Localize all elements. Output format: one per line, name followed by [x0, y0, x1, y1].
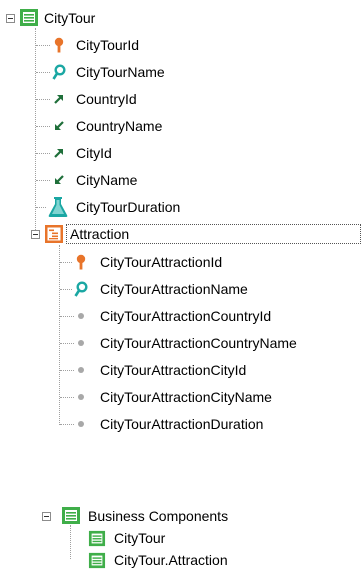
attribute-label: CountryName [76, 118, 163, 134]
attribute-label: CityTourAttractionCountryName [100, 335, 297, 351]
tree-line [36, 207, 46, 208]
tree-line [36, 72, 50, 73]
dot-icon [78, 421, 84, 427]
attribute-row[interactable]: CityTourAttractionName [0, 278, 361, 300]
tree-line [36, 45, 50, 46]
tree-line [60, 316, 74, 317]
search-icon [52, 64, 66, 80]
tree-line [60, 397, 74, 398]
tree-node-label: Attraction [70, 226, 130, 242]
attribute-row[interactable]: CityName [0, 169, 361, 191]
attribute-label: CityTourAttractionDuration [100, 416, 264, 432]
attribute-label: CityId [76, 145, 112, 161]
attribute-row[interactable]: CountryId [0, 88, 361, 110]
attribute-label: CityTourName [76, 64, 165, 80]
business-component-item[interactable]: CityTour [0, 527, 361, 549]
tree-node-label: CityTour [114, 530, 166, 546]
dot-icon [78, 313, 84, 319]
dot-icon [78, 394, 84, 400]
attribute-row[interactable]: CountryName [0, 115, 361, 137]
tree-node-label: CityTour.Attraction [114, 552, 228, 568]
attribute-row[interactable]: CityTourId [0, 34, 361, 56]
attribute-row[interactable]: CityTourAttractionCityId [0, 359, 361, 381]
key-icon [76, 254, 86, 270]
attribute-row[interactable]: CityTourAttractionCountryId [0, 305, 361, 327]
tree-line [36, 180, 50, 181]
arrow-down-left-icon [55, 121, 64, 130]
search-icon [74, 281, 88, 297]
attribute-row[interactable]: CityTourAttractionCountryName [0, 332, 361, 354]
key-icon [54, 37, 64, 53]
tree-node-label: CityTour [44, 10, 96, 26]
attribute-label: CityTourAttractionCityId [100, 362, 247, 378]
business-components-node[interactable]: Business Components [0, 505, 361, 527]
tree-line [36, 126, 50, 127]
tree-line [60, 370, 74, 371]
transaction-icon [88, 530, 106, 547]
attribute-label: CityTourAttractionName [100, 281, 248, 297]
tree-level-attraction[interactable]: Attraction [0, 223, 361, 245]
dot-icon [78, 340, 84, 346]
level-icon [45, 225, 63, 243]
attribute-row[interactable]: CityTourAttractionId [0, 251, 361, 273]
flask-icon [48, 197, 68, 217]
arrow-up-right-icon [54, 95, 63, 104]
tree-line [36, 153, 50, 154]
tree-node-label: Business Components [88, 508, 229, 524]
tree-line [60, 424, 74, 425]
tree-line [60, 289, 72, 290]
attribute-label: CityTourId [76, 37, 140, 53]
tree-line [36, 99, 50, 100]
attribute-label: CountryId [76, 91, 137, 107]
transaction-icon [62, 507, 80, 524]
arrow-up-right-icon [54, 149, 63, 158]
dot-icon [78, 367, 84, 373]
tree-line [60, 343, 74, 344]
attribute-label: CityTourAttractionCountryId [100, 308, 272, 324]
transaction-icon [20, 9, 38, 26]
business-component-item[interactable]: CityTour.Attraction [0, 549, 361, 571]
attribute-row[interactable]: CityId [0, 142, 361, 164]
tree-line [60, 262, 72, 263]
tree-root-citytour[interactable]: CityTour [0, 7, 361, 29]
attribute-row[interactable]: CityTourName [0, 61, 361, 83]
attribute-label: CityTourDuration [76, 199, 181, 215]
attribute-row[interactable]: CityTourAttractionDuration [0, 413, 361, 435]
attribute-label: CityTourAttractionId [100, 254, 223, 270]
arrow-down-left-icon [55, 175, 64, 184]
attribute-label: CityTourAttractionCityName [100, 389, 272, 405]
attribute-row[interactable]: CityTourDuration [0, 196, 361, 218]
transaction-icon [88, 552, 106, 569]
attribute-row[interactable]: CityTourAttractionCityName [0, 386, 361, 408]
attribute-label: CityName [76, 172, 138, 188]
